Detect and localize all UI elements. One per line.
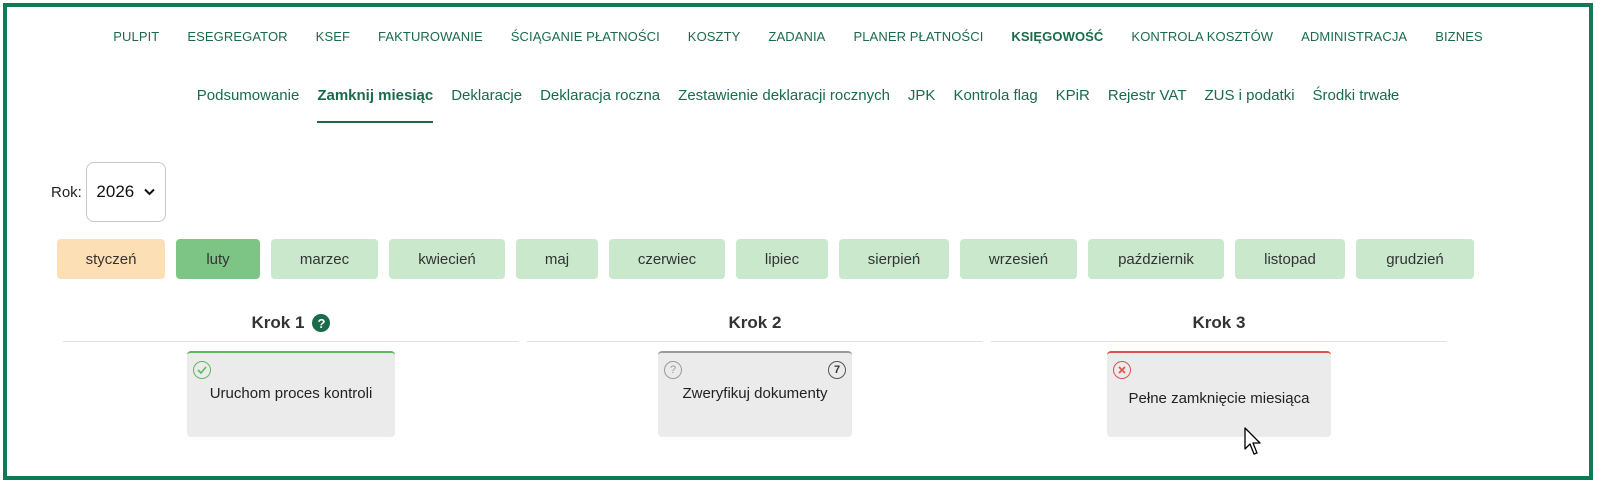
step-1-card[interactable]: Uruchom proces kontroli <box>187 351 395 437</box>
step-2-title: Krok 2 <box>728 313 782 332</box>
top-nav-pulpit[interactable]: PULPIT <box>99 29 173 44</box>
month-listopad[interactable]: listopad <box>1235 239 1345 279</box>
tab-srodki-trwale[interactable]: Środki trwałe <box>1304 87 1409 121</box>
top-nav-administracja[interactable]: ADMINISTRACJA <box>1287 29 1421 44</box>
app-frame: PULPIT ESEGREGATOR KSEF FAKTUROWANIE ŚCI… <box>3 3 1593 480</box>
step-3-card[interactable]: Pełne zamknięcie miesiąca <box>1107 351 1331 437</box>
check-circle-icon <box>193 361 211 379</box>
step-1-card-label: Uruchom proces kontroli <box>209 384 373 402</box>
step-1-header: Krok 1 ? <box>63 305 519 342</box>
month-styczen[interactable]: styczeń <box>57 239 165 279</box>
year-value: 2026 <box>96 182 135 201</box>
month-wrzesien[interactable]: wrzesień <box>960 239 1077 279</box>
tab-kpir[interactable]: KPiR <box>1047 87 1099 121</box>
top-nav-esegregator[interactable]: ESEGREGATOR <box>173 29 301 44</box>
chevron-down-icon <box>144 185 155 199</box>
top-nav: PULPIT ESEGREGATOR KSEF FAKTUROWANIE ŚCI… <box>7 29 1589 44</box>
step-2-card-label: Zweryfikuj dokumenty <box>682 384 828 402</box>
tab-zus-i-podatki[interactable]: ZUS i podatki <box>1196 87 1304 121</box>
tab-rejestr-vat[interactable]: Rejestr VAT <box>1099 87 1196 121</box>
tab-zestawienie-deklaracji[interactable]: Zestawienie deklaracji rocznych <box>669 87 899 121</box>
tab-deklaracja-roczna[interactable]: Deklaracja roczna <box>531 87 669 121</box>
top-nav-ksef[interactable]: KSEF <box>302 29 364 44</box>
month-sierpien[interactable]: sierpień <box>839 239 949 279</box>
top-nav-ksiegowosc[interactable]: KSIĘGOWOŚĆ <box>997 29 1117 44</box>
error-circle-icon <box>1113 361 1131 379</box>
month-marzec[interactable]: marzec <box>271 239 378 279</box>
month-lipiec[interactable]: lipiec <box>736 239 828 279</box>
top-nav-sciaganie-platnosci[interactable]: ŚCIĄGANIE PŁATNOŚCI <box>497 29 674 44</box>
step-2-card[interactable]: ? 7 Zweryfikuj dokumenty <box>658 351 852 437</box>
top-nav-zadania[interactable]: ZADANIA <box>754 29 839 44</box>
tab-deklaracje[interactable]: Deklaracje <box>442 87 531 121</box>
year-selector: Rok: 2026 <box>51 162 166 222</box>
top-nav-kontrola-kosztow[interactable]: KONTROLA KOSZTÓW <box>1117 29 1287 44</box>
top-nav-biznes[interactable]: BIZNES <box>1421 29 1497 44</box>
month-luty[interactable]: luty <box>176 239 260 279</box>
month-grudzien[interactable]: grudzień <box>1356 239 1474 279</box>
top-nav-fakturowanie[interactable]: FAKTUROWANIE <box>364 29 497 44</box>
tab-jpk[interactable]: JPK <box>899 87 945 121</box>
tab-zamknij-miesiac[interactable]: Zamknij miesiąc <box>308 87 442 123</box>
question-circle-icon: ? <box>664 361 682 379</box>
step-2-header: Krok 2 <box>527 305 983 342</box>
step-3-title: Krok 3 <box>1192 313 1246 332</box>
top-nav-koszty[interactable]: KOSZTY <box>674 29 755 44</box>
year-label: Rok: <box>51 183 82 201</box>
step-1-title: Krok 1 <box>251 313 305 332</box>
tab-podsumowanie[interactable]: Podsumowanie <box>188 87 309 121</box>
month-maj[interactable]: maj <box>516 239 598 279</box>
step-3-header: Krok 3 <box>991 305 1447 342</box>
month-czerwiec[interactable]: czerwiec <box>609 239 725 279</box>
month-kwiecien[interactable]: kwiecień <box>389 239 505 279</box>
year-select[interactable]: 2026 <box>85 162 166 222</box>
mouse-cursor-icon <box>1244 427 1264 462</box>
top-nav-planer-platnosci[interactable]: PLANER PŁATNOŚCI <box>839 29 997 44</box>
tab-kontrola-flag[interactable]: Kontrola flag <box>944 87 1046 121</box>
month-bar: styczeń luty marzec kwiecień maj czerwie… <box>57 239 1474 279</box>
document-count-badge: 7 <box>828 361 846 379</box>
month-pazdziernik[interactable]: październik <box>1088 239 1224 279</box>
step-3-card-label: Pełne zamknięcie miesiąca <box>1128 389 1310 407</box>
help-icon[interactable]: ? <box>312 314 331 332</box>
sub-nav: Podsumowanie Zamknij miesiąc Deklaracje … <box>7 87 1589 123</box>
